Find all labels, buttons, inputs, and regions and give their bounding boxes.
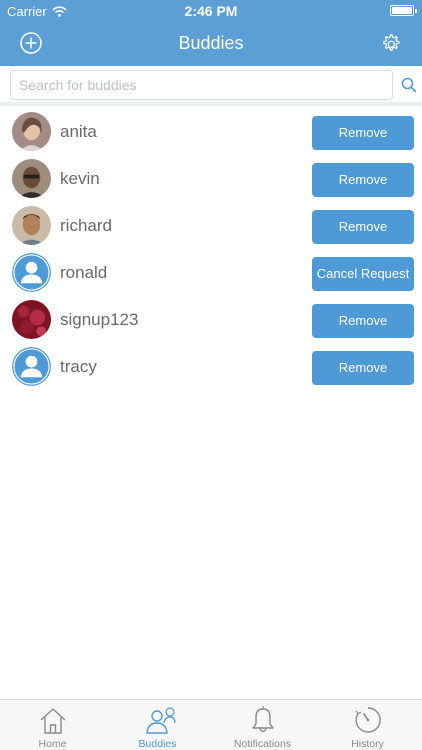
- tab-bar: Home Buddies Notifications History: [0, 699, 422, 750]
- default-person-icon: [12, 253, 51, 292]
- bell-icon: [252, 706, 274, 733]
- remove-button[interactable]: Remove: [312, 304, 414, 338]
- tab-buddies[interactable]: Buddies: [105, 700, 210, 750]
- buddies-icon: [146, 707, 176, 734]
- tab-home[interactable]: Home: [0, 700, 105, 750]
- avatar: [12, 206, 51, 245]
- tab-label: Buddies: [138, 738, 177, 750]
- cancel-request-button[interactable]: Cancel Request: [312, 257, 414, 291]
- tab-notifications[interactable]: Notifications: [210, 700, 315, 750]
- tab-history[interactable]: History: [315, 700, 420, 750]
- tab-label: Home: [38, 738, 67, 750]
- buddy-row: ronald Cancel Request: [0, 251, 422, 298]
- buddy-row: richard Remove: [0, 204, 422, 251]
- remove-button[interactable]: Remove: [312, 210, 414, 244]
- remove-button[interactable]: Remove: [312, 116, 414, 150]
- buddy-row: anita Remove: [0, 110, 422, 157]
- avatar: [12, 159, 51, 198]
- search-icon[interactable]: [401, 77, 417, 93]
- buddy-list: anita Remove kevin Remove richard Remove…: [0, 110, 422, 392]
- buddy-name: richard: [60, 216, 112, 235]
- buddy-name: anita: [60, 122, 97, 141]
- avatar: [12, 300, 51, 339]
- navigation-bar: Buddies: [0, 22, 422, 66]
- clock-icon: [355, 707, 381, 733]
- search-input[interactable]: [10, 70, 393, 100]
- buddy-name: signup123: [60, 310, 139, 329]
- settings-button[interactable]: [379, 32, 402, 55]
- buddy-row: tracy Remove: [0, 345, 422, 392]
- buddy-name: ronald: [60, 263, 108, 282]
- avatar: [12, 112, 51, 151]
- remove-button[interactable]: Remove: [312, 351, 414, 385]
- remove-button[interactable]: Remove: [312, 163, 414, 197]
- house-icon: [40, 708, 66, 734]
- search-bar: [0, 66, 422, 106]
- default-person-icon: [12, 347, 51, 386]
- status-bar: Carrier 2:46 PM: [0, 0, 422, 22]
- buddy-row: kevin Remove: [0, 157, 422, 204]
- buddy-name: tracy: [60, 357, 97, 376]
- top-bar: Carrier 2:46 PM Buddies: [0, 0, 422, 66]
- battery-icon: [390, 5, 417, 16]
- status-time: 2:46 PM: [184, 3, 238, 19]
- buddy-row: signup123 Remove: [0, 298, 422, 345]
- page-title: Buddies: [178, 33, 244, 53]
- tab-label: Notifications: [233, 738, 292, 750]
- tab-label: History: [351, 738, 384, 750]
- buddy-name: kevin: [60, 169, 100, 188]
- gear-icon: [382, 34, 400, 51]
